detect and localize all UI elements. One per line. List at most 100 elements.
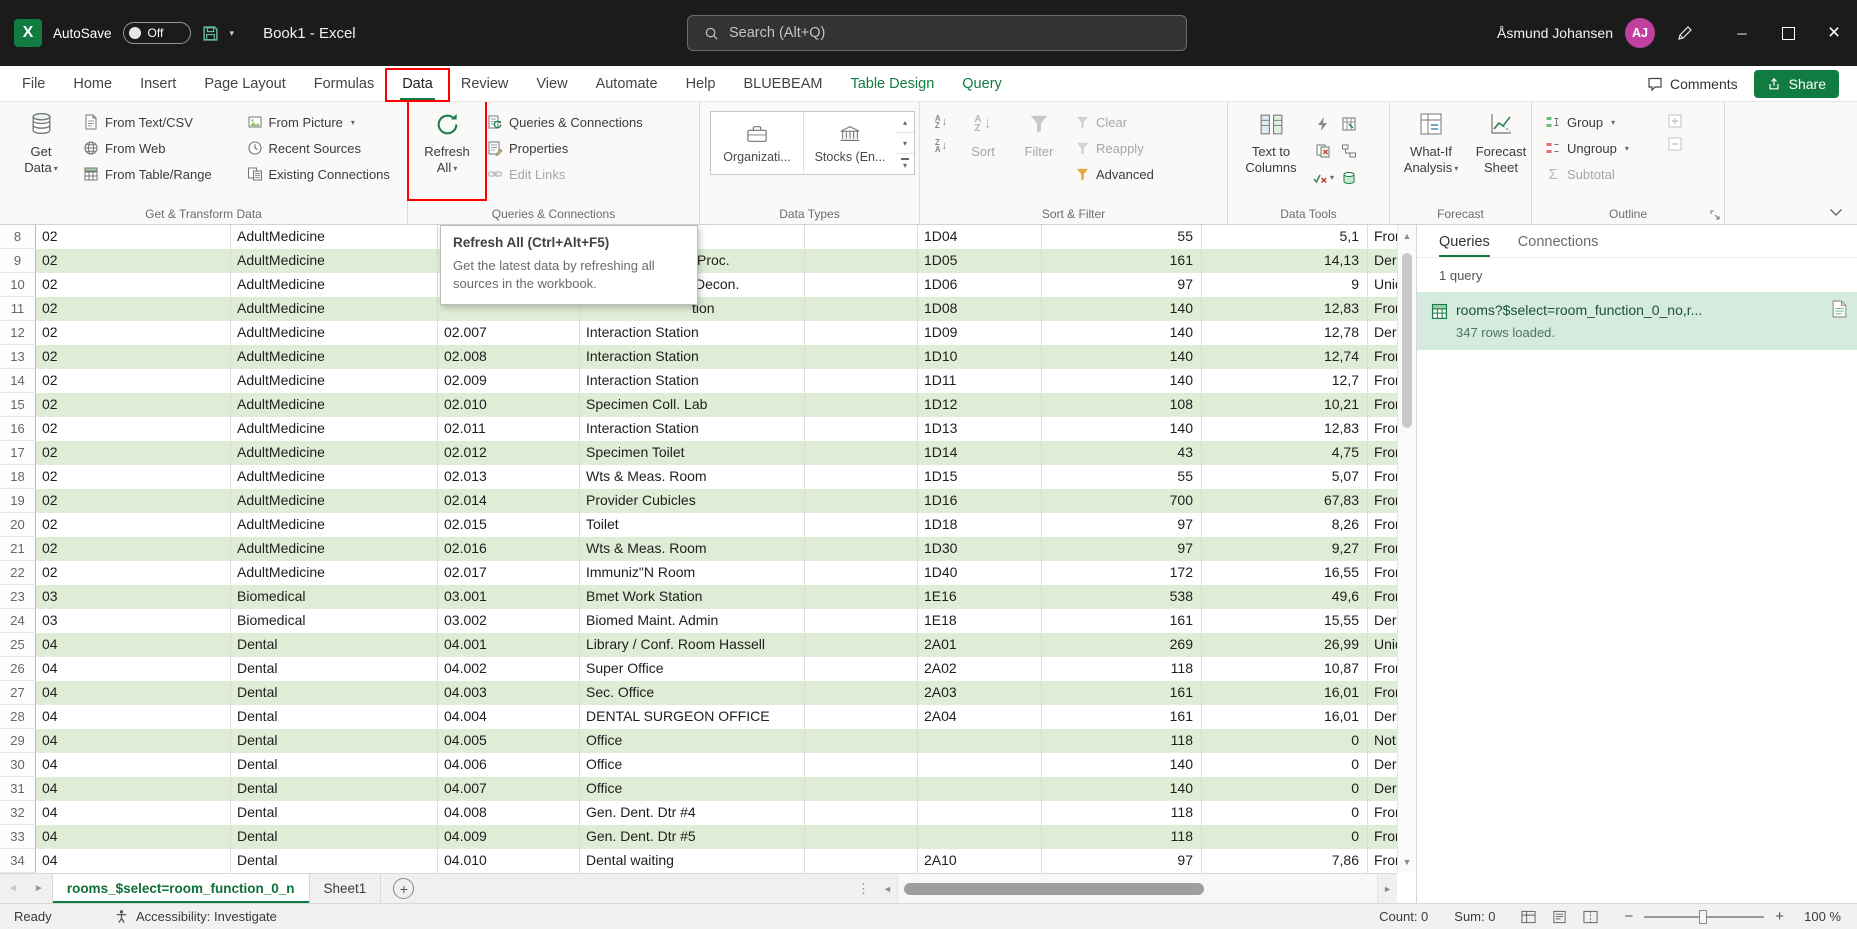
cell[interactable]: 04.001 (438, 633, 580, 657)
zoom-slider[interactable] (1644, 916, 1764, 918)
data-type-organization[interactable]: Organizati... (711, 112, 804, 174)
cell[interactable]: 1D18 (918, 513, 1042, 537)
row-header[interactable]: 18 (0, 465, 36, 489)
row-header[interactable]: 31 (0, 777, 36, 801)
cell[interactable]: 02 (36, 513, 231, 537)
cell[interactable]: Bmet Work Station (580, 585, 805, 609)
from-text-csv-button[interactable]: From Text/CSV (76, 109, 240, 135)
cell[interactable]: 02.010 (438, 393, 580, 417)
quick-access-caret-icon[interactable]: ▾ (230, 28, 235, 39)
cell[interactable]: 2A02 (918, 657, 1042, 681)
cell[interactable]: 04 (36, 705, 231, 729)
cell[interactable]: 97 (1042, 849, 1202, 873)
cell[interactable]: 02.009 (438, 369, 580, 393)
cell[interactable]: Interaction Station (580, 369, 805, 393)
minimize-button[interactable]: ─ (1719, 0, 1765, 66)
cell[interactable]: 0 (1202, 753, 1368, 777)
row-header[interactable]: 8 (0, 225, 36, 249)
excel-logo-icon[interactable]: X (14, 19, 42, 47)
cell[interactable]: 172 (1042, 561, 1202, 585)
cell[interactable]: 12,7 (1202, 369, 1368, 393)
cell[interactable]: 1D13 (918, 417, 1042, 441)
cell[interactable]: 02 (36, 345, 231, 369)
save-icon[interactable] (202, 25, 219, 42)
cell[interactable] (805, 777, 918, 801)
cell[interactable] (918, 777, 1042, 801)
cell[interactable]: From (1368, 297, 1397, 321)
cell[interactable]: Office (580, 777, 805, 801)
cell[interactable]: 118 (1042, 825, 1202, 849)
cell[interactable] (805, 537, 918, 561)
cell[interactable]: 2A10 (918, 849, 1042, 873)
cell[interactable] (918, 753, 1042, 777)
cell[interactable]: 67,83 (1202, 489, 1368, 513)
tab-data[interactable]: Data (388, 66, 447, 101)
sheet-nav-right-icon[interactable]: ► (26, 883, 52, 894)
cell[interactable] (918, 825, 1042, 849)
cell[interactable]: 14,13 (1202, 249, 1368, 273)
zoom-out-button[interactable]: − (1624, 908, 1633, 925)
cell[interactable]: 55 (1042, 465, 1202, 489)
cell[interactable]: 97 (1042, 537, 1202, 561)
cell[interactable]: 140 (1042, 417, 1202, 441)
sheet-tab-active[interactable]: rooms_$select=room_function_0_n (52, 874, 310, 903)
cell[interactable]: Deriv (1368, 609, 1397, 633)
cell[interactable] (805, 729, 918, 753)
accessibility-status[interactable]: Accessibility: Investigate (114, 909, 277, 924)
cell[interactable]: 03.001 (438, 585, 580, 609)
cell[interactable]: Interaction Station (580, 321, 805, 345)
row-header[interactable]: 23 (0, 585, 36, 609)
cell[interactable]: 02 (36, 369, 231, 393)
row-header[interactable]: 13 (0, 345, 36, 369)
consolidate-button[interactable] (1336, 110, 1362, 137)
cell[interactable]: 97 (1042, 513, 1202, 537)
cell[interactable]: Deriv (1368, 249, 1397, 273)
cell[interactable]: 04.009 (438, 825, 580, 849)
pen-icon[interactable] (1677, 25, 1693, 41)
cell[interactable]: 04.006 (438, 753, 580, 777)
cell[interactable]: 02 (36, 537, 231, 561)
cell[interactable]: 1D05 (918, 249, 1042, 273)
cell[interactable]: AdultMedicine (231, 249, 438, 273)
row-header[interactable]: 11 (0, 297, 36, 321)
cell[interactable]: 5,07 (1202, 465, 1368, 489)
cell[interactable]: From (1368, 537, 1397, 561)
tab-home[interactable]: Home (59, 66, 126, 101)
row-header[interactable]: 25 (0, 633, 36, 657)
cell[interactable]: Dental (231, 729, 438, 753)
cell[interactable]: AdultMedicine (231, 417, 438, 441)
normal-view-button[interactable] (1521, 910, 1536, 924)
horizontal-scroll-thumb[interactable] (904, 883, 1204, 895)
cell[interactable]: 269 (1042, 633, 1202, 657)
vertical-scroll-thumb[interactable] (1402, 253, 1412, 428)
cell[interactable]: 97 (1042, 273, 1202, 297)
page-break-view-button[interactable] (1583, 910, 1598, 924)
row-header[interactable]: 28 (0, 705, 36, 729)
from-table-range-button[interactable]: From Table/Range (76, 161, 240, 187)
cell[interactable] (805, 273, 918, 297)
cell[interactable]: 02.017 (438, 561, 580, 585)
cell[interactable]: 1D15 (918, 465, 1042, 489)
cell[interactable]: From (1368, 369, 1397, 393)
cell[interactable]: 04 (36, 753, 231, 777)
cell[interactable]: 02.008 (438, 345, 580, 369)
cell[interactable]: 03.002 (438, 609, 580, 633)
cell[interactable]: 12,74 (1202, 345, 1368, 369)
horizontal-scrollbar[interactable]: ◄ ► (878, 874, 1397, 903)
cell[interactable]: Dental (231, 801, 438, 825)
cell[interactable]: 02.007 (438, 321, 580, 345)
cell[interactable]: 02.015 (438, 513, 580, 537)
cell[interactable] (805, 801, 918, 825)
cell[interactable]: 04 (36, 849, 231, 873)
cell[interactable]: 15,55 (1202, 609, 1368, 633)
cell[interactable]: 16,55 (1202, 561, 1368, 585)
cell[interactable]: 140 (1042, 297, 1202, 321)
search-input[interactable]: Search (Alt+Q) (687, 15, 1187, 51)
cell[interactable]: 1D11 (918, 369, 1042, 393)
zoom-in-button[interactable]: + (1775, 908, 1784, 925)
cell[interactable]: 10,21 (1202, 393, 1368, 417)
tab-automate[interactable]: Automate (582, 66, 672, 101)
data-validation-button[interactable]: ▾ (1310, 164, 1336, 191)
get-data-button[interactable]: GetData▾ (6, 104, 76, 175)
advanced-filter-button[interactable]: Advanced (1068, 161, 1180, 187)
